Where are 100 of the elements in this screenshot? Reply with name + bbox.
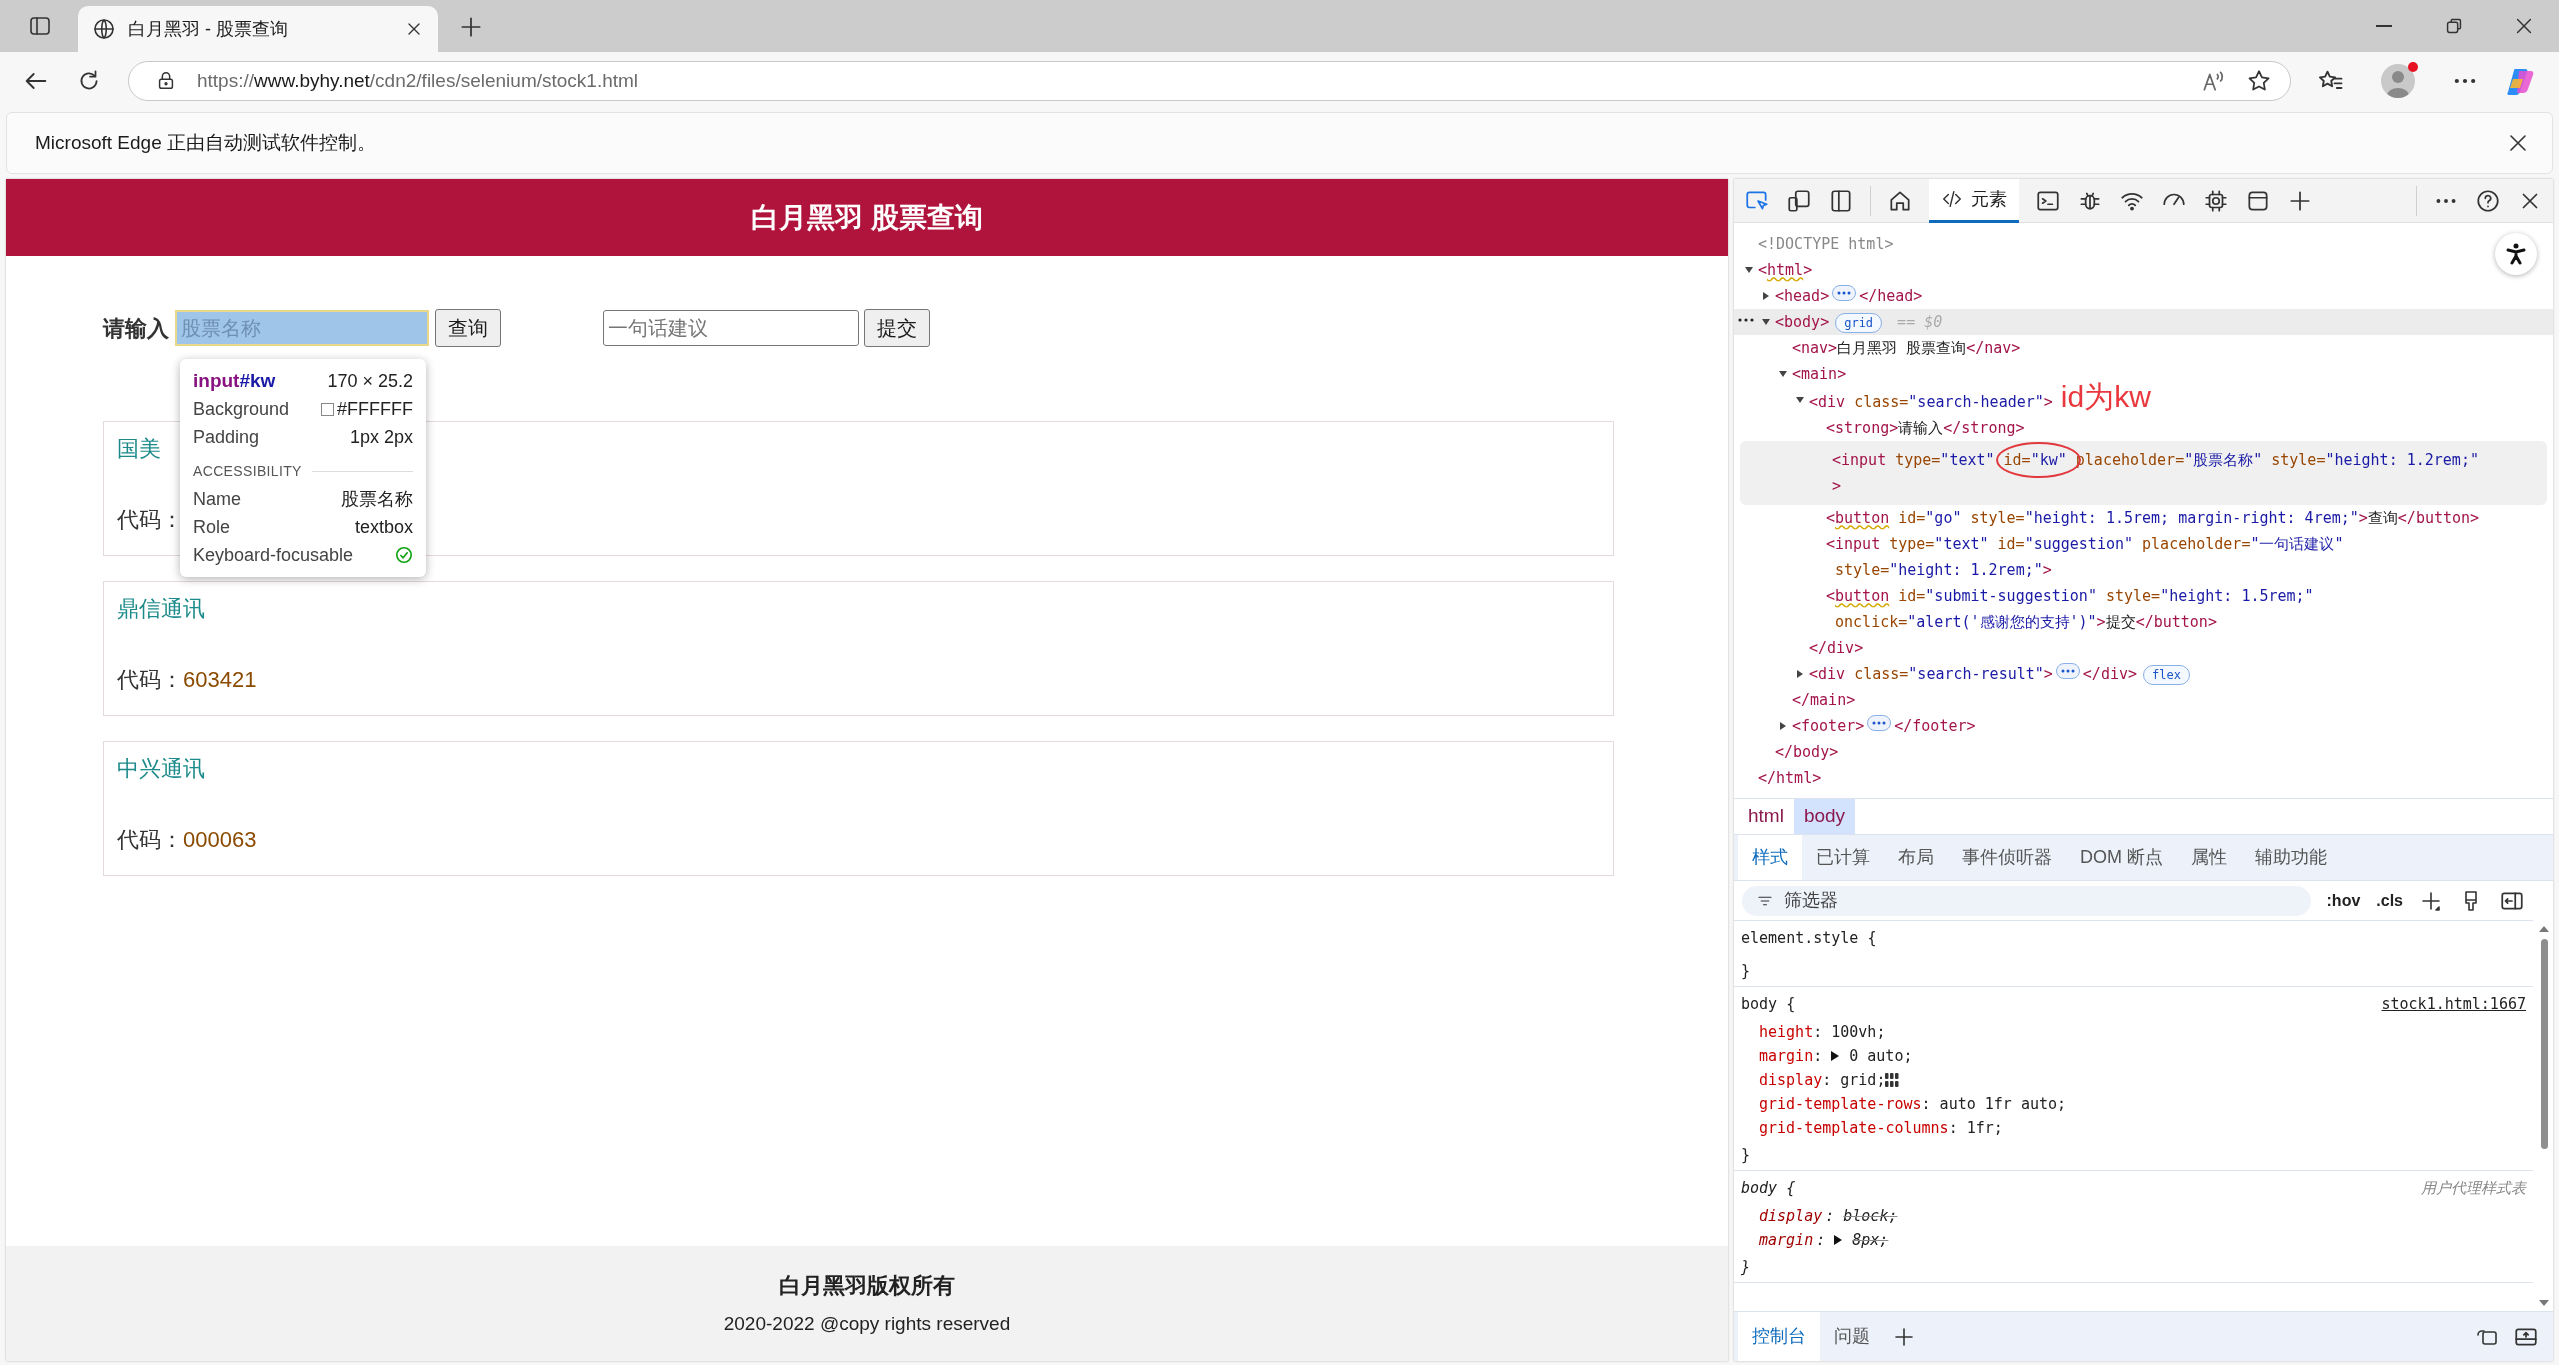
expand-arrow-icon[interactable] <box>1830 1049 1841 1062</box>
css-value[interactable]: 0 auto; <box>1849 1045 1913 1066</box>
css-value[interactable]: auto 1fr auto; <box>1939 1093 2067 1114</box>
input-field[interactable]: 一句话建议 <box>603 310 859 346</box>
ellipsis-icon[interactable] <box>2055 663 2080 679</box>
panel-tab[interactable]: 样式 <box>1738 835 1802 880</box>
source-link[interactable]: stock1.html:1667 <box>2381 993 2526 1016</box>
breadcrumb[interactable]: body <box>1793 799 1856 834</box>
code-text: button <box>1835 508 1890 529</box>
code-text: id="suggestion" <box>1997 534 2134 555</box>
panel-tab[interactable]: DOM 断点 <box>2066 835 2177 880</box>
search-label: 请输入 <box>103 314 169 343</box>
expand-arrow-icon[interactable] <box>1795 669 1805 679</box>
css-property[interactable]: display : <box>1759 1205 1835 1226</box>
chip-icon[interactable] <box>2203 187 2229 214</box>
collapse-arrow-icon[interactable] <box>1778 369 1788 379</box>
section-heading: ACCESSIBILITY <box>193 462 302 481</box>
browser-tab[interactable]: 白月黑羽 - 股票查询 <box>78 6 438 52</box>
panel-tab[interactable]: 布局 <box>1884 835 1948 880</box>
expand-arrow-icon[interactable] <box>1761 291 1771 301</box>
breadcrumb[interactable]: html <box>1738 799 1794 834</box>
code-text: </head> <box>1859 286 1923 307</box>
code-text: > <box>2096 612 2106 633</box>
stock-code: 000063 <box>183 826 257 854</box>
elements-tab[interactable]: 元素 <box>1929 178 2019 223</box>
scroll-down-icon[interactable] <box>2538 1299 2550 1307</box>
filter-field[interactable]: 筛选器 <box>1742 885 2311 916</box>
footer-rights: 2020-2022 @copy rights reserved <box>723 1311 1011 1336</box>
code-text: 提交 <box>2105 612 2136 633</box>
collapse-arrow-icon[interactable] <box>1744 265 1754 275</box>
help-icon[interactable] <box>2475 187 2501 214</box>
info-bar-message: Microsoft Edge 正由自动测试软件控制。 <box>35 130 377 155</box>
panel-tab[interactable]: 事件侦听器 <box>1948 835 2066 880</box>
code-text: 请输入 <box>1898 418 1944 439</box>
property-value: #FFFFFF <box>337 398 413 421</box>
selected-row[interactable]: <body> grid == $0 <box>1734 309 2553 335</box>
property-value: 1px 2px <box>349 426 413 449</box>
profile-avatar[interactable] <box>2381 64 2415 98</box>
css-property[interactable]: grid-template-rows: <box>1759 1093 1931 1114</box>
code-text: id="kw" <box>2003 451 2067 469</box>
ellipsis-icon[interactable] <box>1832 285 1857 301</box>
code-text: == $0 <box>1897 312 1943 333</box>
code-text: class="search-header" <box>1854 392 2044 413</box>
css-brace: } <box>1741 1256 1752 1278</box>
css-value[interactable]: 1fr; <box>1966 1117 2003 1138</box>
code-text: </nav> <box>1966 338 2021 359</box>
code-label: 代码： <box>117 826 183 854</box>
scrollbar-thumb[interactable] <box>2540 939 2548 1149</box>
code-label: 代码： <box>117 506 183 534</box>
globe-icon <box>92 17 116 41</box>
ellipsis-icon[interactable] <box>1867 715 1892 731</box>
code-text: 白月黑羽 股票查询 <box>1837 338 1967 359</box>
address-bar[interactable]: https://www.byhy.net/cdn2/files/selenium/stock1.html <box>128 61 2291 101</box>
cls-button[interactable]: .cls <box>2376 888 2403 913</box>
code-text: style="height: 1.2rem;" <box>1835 560 2043 581</box>
css-property[interactable]: display: <box>1759 1069 1832 1090</box>
collapse-arrow-icon[interactable] <box>1795 395 1805 405</box>
code-text: type="text" <box>1895 450 1995 471</box>
code-text: > <box>2042 560 2052 581</box>
css-property[interactable]: height: <box>1759 1021 1823 1042</box>
code-text: html <box>1767 260 1804 281</box>
code-text: > <box>2358 508 2368 529</box>
accessibility-button[interactable] <box>2495 233 2537 275</box>
code-text: type="text" <box>1889 534 1989 555</box>
css-value[interactable]: 100vh; <box>1831 1021 1886 1042</box>
drawer-tab[interactable]: 问题 <box>1820 1312 1884 1361</box>
dock-icon[interactable] <box>1828 187 1854 214</box>
css-property[interactable]: grid-template-columns: <box>1759 1117 1958 1138</box>
panel-tab[interactable]: 辅助功能 <box>2241 835 2341 880</box>
code-text: 查询 <box>2367 508 2398 529</box>
drawer-tab[interactable]: 控制台 <box>1738 1312 1820 1361</box>
more-icon[interactable] <box>1738 317 1754 323</box>
panel-tab[interactable]: 已计算 <box>1802 835 1884 880</box>
grid-editor-icon[interactable] <box>1885 1072 1900 1087</box>
search-button[interactable]: 查询 <box>435 309 501 347</box>
expand-arrow-icon[interactable] <box>1778 721 1788 731</box>
code-text: onclick="alert('感谢您的支持')" <box>1835 612 2097 633</box>
css-property[interactable]: margin: <box>1759 1045 1823 1066</box>
code-text: style="height: 1.5rem; margin-right: 4rem;" <box>1970 508 2359 529</box>
scroll-up-icon[interactable] <box>2538 925 2550 933</box>
stock-code: 603421 <box>183 666 257 694</box>
code-text: </strong> <box>1943 418 2025 439</box>
collapse-arrow-icon[interactable] <box>1761 317 1771 327</box>
layout-badge[interactable]: flex <box>2143 665 2190 685</box>
layout-badge[interactable]: grid <box>1835 313 1883 333</box>
hov-button[interactable]: :hov <box>2326 888 2361 913</box>
css-brace: } <box>1741 1144 1752 1166</box>
panel-tab[interactable]: 属性 <box>2177 835 2241 880</box>
code-text: <nav> <box>1792 338 1838 359</box>
footer-owner: 白月黑羽版权所有 <box>779 1271 955 1300</box>
submit-button[interactable]: 提交 <box>864 309 930 347</box>
code-text: id="go" <box>1898 508 1962 529</box>
code-text: <main> <box>1792 364 1847 385</box>
page-title: 白月黑羽 股票查询 <box>751 200 983 235</box>
stock-name: 鼎信通讯 <box>117 595 205 623</box>
device-icon[interactable] <box>1786 187 1812 214</box>
code-text: " <box>2469 450 2479 471</box>
css-property[interactable]: margin : <box>1759 1229 1826 1250</box>
expand-arrow-icon[interactable] <box>1833 1233 1844 1246</box>
css-value[interactable]: grid; <box>1840 1069 1886 1090</box>
